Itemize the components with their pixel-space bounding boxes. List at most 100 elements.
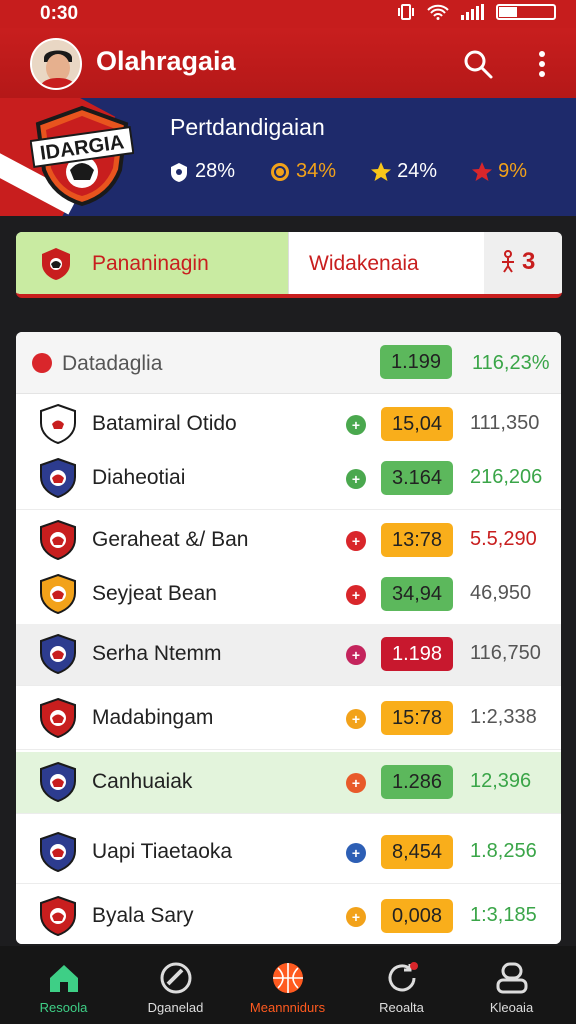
- nav-label: Meannnidurs: [249, 1000, 326, 1015]
- stat-item: 28%: [168, 160, 235, 183]
- app-bar: Olahragaia: [0, 28, 576, 98]
- banner-title: Pertdandigaian: [170, 114, 325, 140]
- team-crest-icon: [40, 895, 76, 937]
- basketball-icon: [273, 963, 303, 993]
- table-row[interactable]: Serha Ntemm +1.198 116,750: [16, 624, 561, 686]
- home-icon: [50, 965, 78, 992]
- star-icon: [472, 161, 493, 181]
- tab-widakenaia[interactable]: Widakenaia: [288, 232, 484, 294]
- team-crest-icon: [40, 519, 76, 561]
- avatar[interactable]: [30, 38, 82, 90]
- score-pill: 3.164: [381, 461, 453, 495]
- trend-icon: +: [346, 469, 366, 489]
- refresh-icon: [388, 962, 418, 992]
- fitness-icon: [502, 250, 514, 273]
- signal-icon: [461, 4, 484, 20]
- stat-item: 24%: [370, 160, 437, 183]
- table-row[interactable]: Geraheat &/ Ban +13:78 5.5,290: [16, 510, 561, 572]
- table-row[interactable]: Uapi Tiaetaoka +8,454 1.8,256: [16, 822, 561, 884]
- coin-icon: [271, 162, 290, 181]
- score-pill: 34,94: [381, 577, 453, 611]
- table-row[interactable]: Byala Sary +0,008 1:3,185: [16, 886, 561, 944]
- team-crest-icon: [40, 573, 76, 615]
- nav-item-results[interactable]: Reoalta: [344, 946, 459, 1024]
- team-crest-icon: [40, 457, 76, 499]
- list-header-value: 116,23%: [472, 352, 550, 374]
- team-value: 1.8,256: [470, 840, 537, 862]
- tab-label: Widakenaia: [309, 252, 419, 275]
- table-row[interactable]: Seyjeat Bean +34,94 46,950: [16, 564, 561, 626]
- score-pill: 1.199: [380, 345, 452, 379]
- stat-value: 24%: [397, 160, 438, 182]
- trend-icon: +: [346, 907, 366, 927]
- team-value: 12,396: [470, 770, 532, 792]
- score-pill: 8,454: [381, 835, 453, 869]
- nav-label: Kleoaia: [489, 1000, 534, 1015]
- club-logo: IDARGIA: [30, 105, 134, 207]
- list-header-label: Datadaglia: [62, 352, 163, 375]
- nav-item-profile[interactable]: Kleoaia: [454, 946, 569, 1024]
- table-row[interactable]: Madabingam +15:78 1:2,338: [16, 688, 561, 750]
- team-crest-icon: [40, 403, 76, 445]
- tab-bar: Pananinagin Widakenaia 3: [16, 232, 562, 298]
- stat-item: 34%: [269, 160, 336, 183]
- tab-pananinagin[interactable]: Pananinagin: [16, 232, 288, 294]
- team-crest-icon: [40, 761, 76, 803]
- stat-item: 9%: [471, 160, 527, 183]
- search-icon[interactable]: [462, 48, 494, 80]
- nav-label: Resoola: [39, 1000, 88, 1015]
- nav-label: Reoalta: [379, 1000, 424, 1015]
- tab-label: 3: [522, 248, 536, 275]
- table-row[interactable]: Batamiral Otido +15,04 111,350: [16, 394, 561, 456]
- more-options-icon[interactable]: [530, 46, 554, 82]
- hero-banner: IDARGIA Pertdandigaian 28% 34% 24% 9%: [0, 98, 576, 216]
- trend-icon: +: [346, 645, 366, 665]
- nav-item-sports[interactable]: Meannnidurs: [230, 946, 345, 1024]
- team-name: Batamiral Otido: [92, 412, 237, 435]
- trend-icon: +: [346, 773, 366, 793]
- status-time: 0:30: [40, 3, 79, 24]
- trend-icon: +: [346, 843, 366, 863]
- team-value: 1:3,185: [470, 904, 537, 926]
- table-row[interactable]: Canhuaiak +1.286 12,396: [16, 752, 561, 814]
- team-value: 1:2,338: [470, 706, 537, 728]
- vibrate-icon: [398, 4, 414, 20]
- stat-value: 28%: [195, 160, 236, 182]
- team-value: 116,750: [470, 642, 541, 664]
- stat-value: 9%: [498, 160, 527, 182]
- tab-filter[interactable]: 3: [484, 232, 562, 294]
- team-name: Uapi Tiaetaoka: [92, 840, 233, 863]
- table-row[interactable]: Diaheotiai +3.164 216,206: [16, 448, 561, 510]
- stat-value: 34%: [296, 160, 337, 182]
- team-name: Geraheat &/ Ban: [92, 528, 249, 551]
- team-name: Seyjeat Bean: [92, 582, 217, 605]
- team-crest-icon: [40, 633, 76, 675]
- team-value: 216,206: [470, 466, 543, 488]
- team-name: Canhuaiak: [92, 770, 193, 793]
- score-pill: 0,008: [381, 899, 453, 933]
- nav-item-home[interactable]: Resoola: [6, 946, 121, 1024]
- trend-icon: +: [346, 415, 366, 435]
- banner-stats: 28% 34% 24% 9%: [168, 160, 527, 183]
- team-name: Byala Sary: [92, 904, 194, 927]
- profile-icon: [496, 962, 528, 994]
- nav-item-match[interactable]: Dganelad: [118, 946, 233, 1024]
- team-value: 46,950: [470, 582, 532, 604]
- team-crest-icon: [40, 831, 76, 873]
- standings-list: Datadaglia 1.199 116,23% Batamiral Otido…: [16, 332, 561, 944]
- app-title: Olahragaia: [96, 46, 236, 76]
- team-name: Diaheotiai: [92, 466, 186, 489]
- battery-icon: [496, 4, 556, 20]
- team-name: Serha Ntemm: [92, 642, 222, 665]
- shield-icon: [171, 162, 187, 182]
- score-pill: 15,04: [381, 407, 453, 441]
- trend-icon: +: [346, 585, 366, 605]
- wifi-icon: [427, 4, 449, 20]
- list-header: Datadaglia 1.199 116,23%: [16, 332, 561, 394]
- league-icon: [32, 353, 52, 373]
- score-pill: 1.198: [381, 637, 453, 671]
- ball-icon: [160, 962, 192, 994]
- team-value: 111,350: [470, 412, 540, 434]
- nav-label: Dganelad: [147, 1000, 204, 1015]
- team-name: Madabingam: [92, 706, 214, 729]
